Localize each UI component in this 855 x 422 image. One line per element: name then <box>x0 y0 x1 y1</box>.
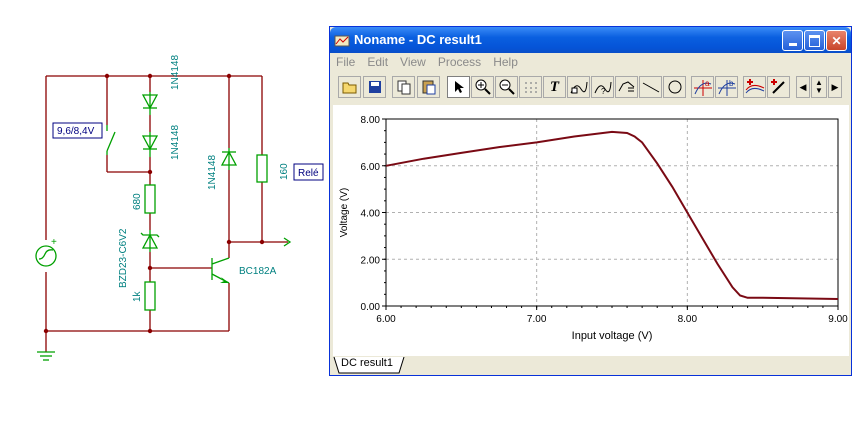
scroll-left-button[interactable]: ◀ <box>796 76 810 98</box>
title-bar[interactable]: Noname - DC result1 ✕ <box>330 27 851 53</box>
text-tool-icon: T <box>549 78 560 95</box>
open-folder-icon <box>342 82 356 94</box>
save-icon <box>368 81 381 93</box>
circuit-schematic: + 9,6/8,4V 1N4148 1N4148 680 BZD23-C6V2 … <box>35 55 324 361</box>
paste-button[interactable] <box>417 76 440 98</box>
scroll-updown-button[interactable]: ▲ ▼ <box>811 76 827 98</box>
diode-right-label: 1N4148 <box>207 155 218 190</box>
voltage-source <box>35 245 57 267</box>
arrow-right-icon: ▶ <box>831 81 839 92</box>
app-icon <box>334 35 350 47</box>
grid-icon <box>524 82 537 93</box>
svg-text:b: b <box>729 79 734 88</box>
y-tick-label: 8.00 <box>361 115 381 126</box>
zener-label: BZD23-C6V2 <box>118 228 129 288</box>
ground-symbol <box>37 351 55 361</box>
x-tick-label: 8.00 <box>678 314 698 325</box>
menu-process[interactable]: Process <box>432 53 487 69</box>
diode-mid-label: 1N4148 <box>170 125 181 160</box>
transistor-label: BC182A <box>239 266 277 277</box>
toolbar: T ? a b ◀ ▲ ▼ ▶ <box>332 74 849 102</box>
y-tick-label: 6.00 <box>361 162 381 173</box>
text-tool[interactable]: T <box>543 76 566 98</box>
resistor-1k-label: 1k <box>132 290 143 302</box>
switch-label: 9,6/8,4V <box>57 126 95 137</box>
zoom-in-tool[interactable] <box>471 76 494 98</box>
y-axis-label: Voltage (V) <box>339 188 350 237</box>
minimize-button[interactable] <box>782 30 803 51</box>
resistor-680-label: 680 <box>132 193 143 210</box>
x-tick-label: 6.00 <box>376 314 396 325</box>
probe-tool[interactable] <box>767 76 790 98</box>
zoom-out-icon <box>499 79 515 95</box>
paste-icon <box>422 80 435 95</box>
pointer-icon <box>454 81 464 93</box>
pointer-tool[interactable] <box>447 76 470 98</box>
output-label: Relé <box>298 168 319 179</box>
grid-tool[interactable] <box>519 76 542 98</box>
y-tick-label: 0.00 <box>361 302 381 313</box>
result-window: Noname - DC result1 ✕ File Edit View Proces… <box>329 26 852 376</box>
close-button[interactable]: ✕ <box>826 30 847 51</box>
cursor-tool[interactable] <box>615 76 638 98</box>
source-plus: + <box>51 237 57 248</box>
diode-top-label: 1N4148 <box>170 55 181 90</box>
curve-label-tool[interactable] <box>567 76 590 98</box>
arrow-left-icon: ◀ <box>799 81 807 92</box>
y-tick-label: 4.00 <box>361 209 381 220</box>
cursor-b-tool[interactable]: b <box>715 76 738 98</box>
circle-tool-icon <box>668 80 681 94</box>
line-tool[interactable] <box>639 76 662 98</box>
cursor-icon <box>618 81 634 92</box>
menu-view[interactable]: View <box>394 53 432 69</box>
window-title: Noname - DC result1 <box>354 32 482 47</box>
menu-edit[interactable]: Edit <box>361 53 394 69</box>
plot-panel[interactable]: 6.00 7.00 8.00 9.00 0.00 2.00 4.00 6.00 8.00 Inp… <box>333 105 849 356</box>
line-tool-icon <box>642 82 659 93</box>
curve-label-2-tool[interactable]: ? <box>591 76 614 98</box>
zoom-in-icon <box>475 79 491 95</box>
tab-strip: DC result1 <box>333 357 849 375</box>
arrow-updown-icon: ▲ ▼ <box>815 78 823 95</box>
copy-icon <box>397 80 410 95</box>
circle-tool[interactable] <box>663 76 686 98</box>
maximize-icon <box>809 34 820 47</box>
cursor-a-icon: a <box>693 79 712 96</box>
x-tick-label: 7.00 <box>527 314 547 325</box>
y-tick-label: 2.00 <box>361 255 381 266</box>
curve-series[interactable] <box>385 130 839 300</box>
copy-button[interactable] <box>392 76 415 98</box>
switch-symbol <box>106 125 116 155</box>
menu-help[interactable]: Help <box>487 53 524 69</box>
tab-dc-result1[interactable]: DC result1 <box>341 357 393 369</box>
cursor-a-tool[interactable]: a <box>691 76 714 98</box>
menu-bar: File Edit View Process Help <box>330 53 851 72</box>
zoom-out-tool[interactable] <box>495 76 518 98</box>
open-button[interactable] <box>338 76 361 98</box>
maximize-button[interactable] <box>804 30 825 51</box>
add-curve-icon <box>745 79 764 94</box>
x-tick-label: 9.00 <box>828 314 848 325</box>
dc-result-chart[interactable]: 6.00 7.00 8.00 9.00 0.00 2.00 4.00 6.00 8.00 Inp… <box>333 105 849 356</box>
curve-label-icon <box>570 81 587 94</box>
resistor-160-label: 160 <box>279 163 290 180</box>
x-axis-label: Input voltage (V) <box>572 330 653 342</box>
probe-icon <box>770 79 785 94</box>
add-curve-tool[interactable] <box>743 76 766 98</box>
scroll-right-button[interactable]: ▶ <box>828 76 842 98</box>
cursor-b-icon: b <box>717 79 736 96</box>
minimize-icon <box>788 42 797 46</box>
svg-text:a: a <box>705 79 710 88</box>
menu-file[interactable]: File <box>330 53 361 69</box>
curve-label-2-icon: ? <box>594 81 611 95</box>
save-button[interactable] <box>363 76 386 98</box>
close-icon: ✕ <box>831 33 842 48</box>
svg-text:?: ? <box>601 87 606 95</box>
